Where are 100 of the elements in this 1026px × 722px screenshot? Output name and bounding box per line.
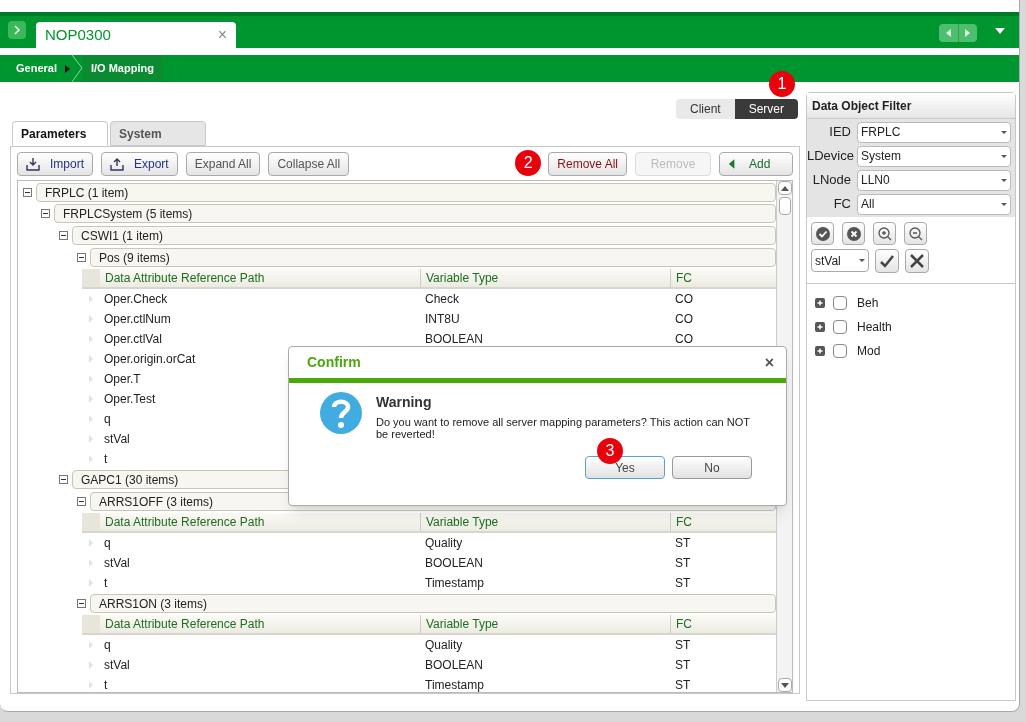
breadcrumb-item[interactable]: General	[8, 55, 65, 82]
tree-group-header[interactable]: Pos (9 items)	[90, 248, 776, 267]
tree-group-header[interactable]: FRPLCSystem (5 items)	[54, 204, 776, 223]
scroll-thumb[interactable]	[778, 197, 791, 215]
expand-icon[interactable]	[815, 322, 825, 332]
collapse-icon[interactable]	[22, 188, 32, 197]
tree-item-label[interactable]: Beh	[857, 294, 879, 312]
dialog-message: Do you want to remove all server mapping parameters? This action can NOT be reverted!	[376, 416, 751, 440]
panel-title: Data Object Filter	[807, 93, 1015, 119]
breadcrumb-item[interactable]: I/O Mapping	[82, 55, 162, 82]
scroll-down-icon[interactable]	[780, 682, 789, 688]
tree-item-label[interactable]: Health	[857, 318, 892, 336]
dropdown-field[interactable]: LLN0	[857, 169, 1011, 191]
expand-icon[interactable]	[815, 298, 825, 308]
table-cell: CO	[675, 332, 693, 346]
collapse-icon[interactable]	[58, 475, 68, 484]
toolbar-button[interactable]: Remove All	[548, 151, 627, 176]
expand-icon[interactable]	[815, 346, 825, 356]
table-cell: q	[104, 638, 111, 652]
column-header[interactable]: Data Attribute Reference Path	[100, 513, 420, 531]
cancel-circle-icon	[845, 225, 862, 242]
checkbox[interactable]	[833, 296, 847, 310]
dropdown-field[interactable]: FRPLC	[857, 121, 1011, 143]
close-button[interactable]: ×	[217, 23, 227, 47]
dropdown-field[interactable]: stVal	[811, 249, 869, 272]
column-header[interactable]: Data Attribute Reference Path	[100, 615, 420, 633]
expand-panel-icon[interactable]	[8, 21, 26, 39]
caret-icon	[1001, 130, 1007, 134]
table-cell: CO	[675, 292, 693, 306]
row-selector-header	[82, 615, 100, 633]
toolbar-button[interactable]: Import	[17, 151, 93, 176]
table-cell: BOOLEAN	[425, 556, 484, 570]
field-label: FC	[832, 195, 852, 214]
collapse-icon[interactable]	[58, 231, 68, 240]
tab[interactable]: System	[110, 121, 206, 146]
dropdown-field[interactable]: System	[857, 145, 1011, 167]
field-label: IED	[828, 123, 852, 142]
toolbar-button[interactable]: Add	[719, 151, 793, 176]
table-cell: ST	[675, 638, 691, 652]
scroll-up-icon[interactable]	[780, 185, 789, 191]
tree-item-label[interactable]: Mod	[857, 342, 881, 360]
collapse-icon[interactable]	[76, 253, 86, 262]
mode-toggle-button[interactable]: Client	[675, 99, 735, 119]
table-cell: Oper.Check	[104, 292, 168, 306]
check-circle-icon	[814, 225, 831, 242]
toolbar-button[interactable]: Collapse All	[268, 151, 350, 176]
tree-group-header[interactable]: ARRS1ON (3 items)	[90, 594, 776, 613]
separator-arrow-icon	[64, 64, 70, 73]
caret-icon	[1001, 154, 1007, 158]
dialog-button[interactable]: Yes	[585, 456, 665, 479]
clear-button[interactable]	[905, 249, 929, 273]
table-cell: Check	[425, 292, 459, 306]
collapse-icon[interactable]	[40, 209, 50, 218]
table-cell: Oper.ctlVal	[104, 332, 162, 346]
checkbox[interactable]	[833, 344, 847, 358]
column-header[interactable]: Data Attribute Reference Path	[100, 269, 420, 287]
collapse-icon[interactable]	[76, 497, 86, 506]
table-cell: stVal	[104, 432, 130, 446]
checkbox[interactable]	[833, 320, 847, 334]
dialog-button[interactable]: No	[672, 456, 752, 479]
scroll-right-icon[interactable]	[958, 24, 977, 42]
zoom-out-button[interactable]	[904, 222, 927, 245]
table-cell: Oper.origin.orCat	[104, 352, 196, 366]
close-button[interactable]: ×	[764, 350, 774, 375]
dialog-title: Confirm	[307, 353, 361, 372]
column-header[interactable]: Variable Type	[420, 269, 670, 287]
table-cell: Oper.Test	[104, 392, 156, 406]
tree-group-header[interactable]: FRPLC (1 item)	[36, 183, 776, 202]
zoom-out-icon	[907, 225, 924, 242]
callout-badge: 2	[515, 149, 542, 176]
table-cell: ST	[675, 556, 691, 570]
collapse-icon[interactable]	[76, 599, 86, 608]
callout-badge: 1	[769, 71, 795, 97]
apply-button[interactable]	[875, 249, 899, 273]
caret-icon	[1001, 202, 1007, 206]
table-cell: stVal	[104, 556, 130, 570]
toolbar-button[interactable]: Expand All	[185, 151, 261, 176]
tree-group-header[interactable]: CSWI1 (1 item)	[72, 226, 776, 245]
table-cell: Quality	[425, 638, 463, 652]
table-cell: t	[104, 576, 108, 590]
table-cell: Timestamp	[425, 678, 484, 692]
document-tab[interactable]: NOP0300 ×	[36, 22, 236, 48]
mode-toggle-button[interactable]: Server	[734, 99, 798, 119]
zoom-in-button[interactable]	[873, 222, 896, 245]
table-cell: Oper.T	[104, 372, 141, 386]
table-cell: t	[104, 452, 108, 466]
caret-icon	[1001, 178, 1007, 182]
toolbar-button[interactable]: Export	[101, 151, 178, 176]
dropdown-icon[interactable]	[995, 28, 1005, 34]
chevron-divider-icon	[69, 55, 83, 82]
table-cell: ST	[675, 678, 691, 692]
table-cell: ST	[675, 576, 691, 590]
column-header[interactable]: Variable Type	[420, 615, 670, 633]
table-cell: Oper.ctlNum	[104, 312, 171, 326]
check-circle-button[interactable]	[811, 222, 834, 245]
column-header[interactable]: Variable Type	[420, 513, 670, 531]
tab[interactable]: Parameters	[12, 121, 108, 146]
dropdown-field[interactable]: All	[857, 193, 1011, 215]
cancel-circle-button[interactable]	[842, 222, 865, 245]
field-label: LDevice	[807, 147, 855, 166]
